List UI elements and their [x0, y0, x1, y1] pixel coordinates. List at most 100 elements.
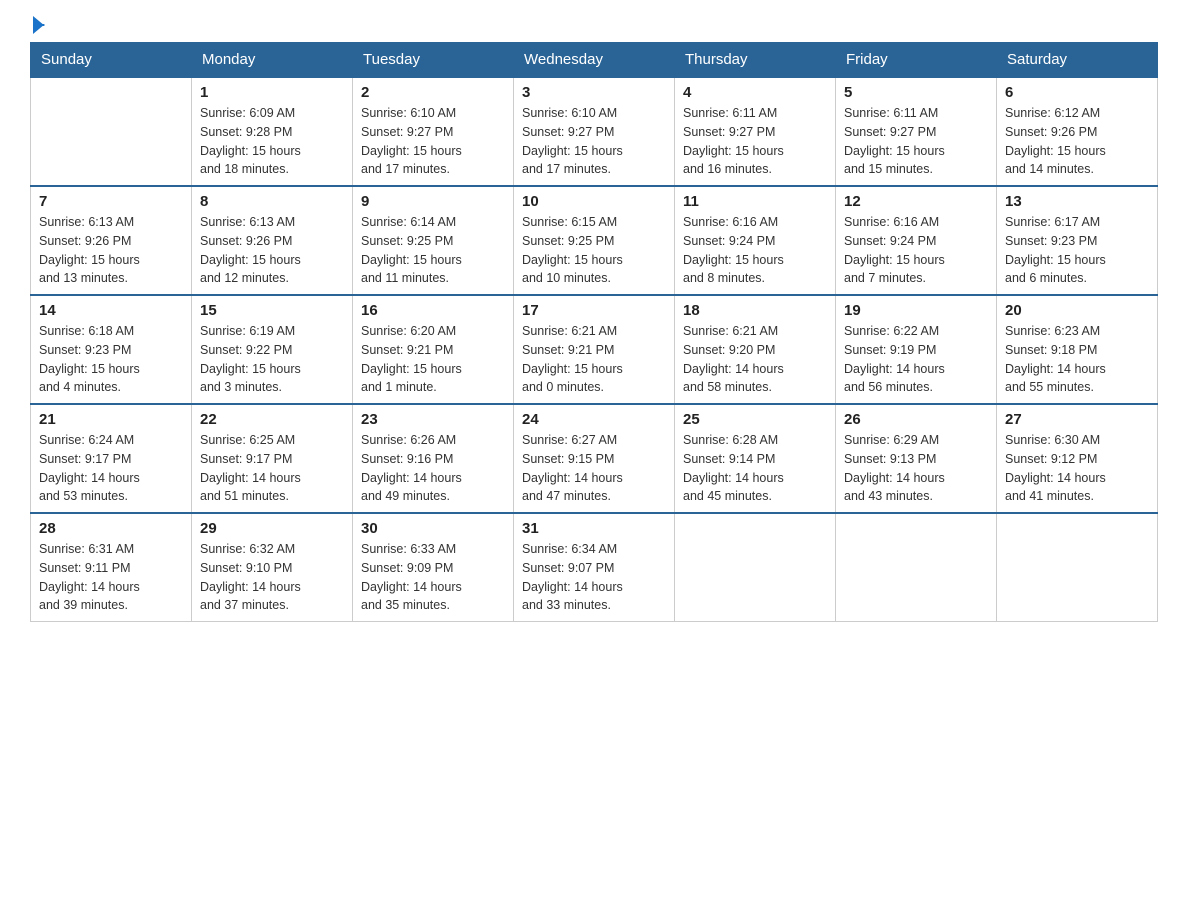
day-info: Sunrise: 6:23 AM Sunset: 9:18 PM Dayligh… [1005, 322, 1149, 397]
day-info: Sunrise: 6:13 AM Sunset: 9:26 PM Dayligh… [200, 213, 344, 288]
logo [30, 20, 45, 32]
day-info: Sunrise: 6:16 AM Sunset: 9:24 PM Dayligh… [683, 213, 827, 288]
calendar-cell: 10 Sunrise: 6:15 AM Sunset: 9:25 PM Dayli… [514, 186, 675, 295]
day-info: Sunrise: 6:26 AM Sunset: 9:16 PM Dayligh… [361, 431, 505, 506]
calendar-cell: 11 Sunrise: 6:16 AM Sunset: 9:24 PM Dayli… [675, 186, 836, 295]
day-header-sunday: Sunday [31, 43, 192, 78]
page-header [30, 20, 1158, 32]
day-number: 5 [844, 84, 988, 101]
day-info: Sunrise: 6:30 AM Sunset: 9:12 PM Dayligh… [1005, 431, 1149, 506]
week-row-3: 14 Sunrise: 6:18 AM Sunset: 9:23 PM Dayli… [31, 295, 1158, 404]
day-number: 9 [361, 193, 505, 210]
day-info: Sunrise: 6:18 AM Sunset: 9:23 PM Dayligh… [39, 322, 183, 397]
day-info: Sunrise: 6:09 AM Sunset: 9:28 PM Dayligh… [200, 104, 344, 179]
day-info: Sunrise: 6:28 AM Sunset: 9:14 PM Dayligh… [683, 431, 827, 506]
day-header-saturday: Saturday [997, 43, 1158, 78]
day-number: 30 [361, 520, 505, 537]
calendar-cell: 16 Sunrise: 6:20 AM Sunset: 9:21 PM Dayli… [353, 295, 514, 404]
calendar-cell: 9 Sunrise: 6:14 AM Sunset: 9:25 PM Daylig… [353, 186, 514, 295]
calendar-cell: 18 Sunrise: 6:21 AM Sunset: 9:20 PM Dayli… [675, 295, 836, 404]
day-info: Sunrise: 6:12 AM Sunset: 9:26 PM Dayligh… [1005, 104, 1149, 179]
day-number: 16 [361, 302, 505, 319]
day-info: Sunrise: 6:17 AM Sunset: 9:23 PM Dayligh… [1005, 213, 1149, 288]
calendar-cell: 6Sunrise: 6:12 AM Sunset: 9:26 PM Daylig… [997, 77, 1158, 186]
calendar-cell: 30Sunrise: 6:33 AM Sunset: 9:09 PM Dayli… [353, 513, 514, 622]
day-info: Sunrise: 6:19 AM Sunset: 9:22 PM Dayligh… [200, 322, 344, 397]
day-number: 21 [39, 411, 183, 428]
day-info: Sunrise: 6:21 AM Sunset: 9:20 PM Dayligh… [683, 322, 827, 397]
day-number: 2 [361, 84, 505, 101]
day-number: 8 [200, 193, 344, 210]
day-number: 15 [200, 302, 344, 319]
day-info: Sunrise: 6:29 AM Sunset: 9:13 PM Dayligh… [844, 431, 988, 506]
day-header-friday: Friday [836, 43, 997, 78]
day-info: Sunrise: 6:24 AM Sunset: 9:17 PM Dayligh… [39, 431, 183, 506]
calendar-cell: 14 Sunrise: 6:18 AM Sunset: 9:23 PM Dayli… [31, 295, 192, 404]
calendar-cell: 28 Sunrise: 6:31 AM Sunset: 9:11 PM Dayli… [31, 513, 192, 622]
day-info: Sunrise: 6:21 AM Sunset: 9:21 PM Dayligh… [522, 322, 666, 397]
day-number: 26 [844, 411, 988, 428]
calendar-cell: 19 Sunrise: 6:22 AM Sunset: 9:19 PM Dayli… [836, 295, 997, 404]
day-number: 10 [522, 193, 666, 210]
calendar-table: SundayMondayTuesdayWednesdayThursdayFrid… [30, 42, 1158, 622]
calendar-cell [675, 513, 836, 622]
calendar-cell: 20 Sunrise: 6:23 AM Sunset: 9:18 PM Dayli… [997, 295, 1158, 404]
day-info: Sunrise: 6:20 AM Sunset: 9:21 PM Dayligh… [361, 322, 505, 397]
day-info: Sunrise: 6:25 AM Sunset: 9:17 PM Dayligh… [200, 431, 344, 506]
day-info: Sunrise: 6:14 AM Sunset: 9:25 PM Dayligh… [361, 213, 505, 288]
calendar-cell: 23Sunrise: 6:26 AM Sunset: 9:16 PM Dayli… [353, 404, 514, 513]
calendar-cell: 5 Sunrise: 6:11 AM Sunset: 9:27 PM Daylig… [836, 77, 997, 186]
day-number: 13 [1005, 193, 1149, 210]
day-info: Sunrise: 6:22 AM Sunset: 9:19 PM Dayligh… [844, 322, 988, 397]
day-info: Sunrise: 6:15 AM Sunset: 9:25 PM Dayligh… [522, 213, 666, 288]
day-number: 19 [844, 302, 988, 319]
day-number: 14 [39, 302, 183, 319]
calendar-cell: 27 Sunrise: 6:30 AM Sunset: 9:12 PM Dayli… [997, 404, 1158, 513]
day-info: Sunrise: 6:11 AM Sunset: 9:27 PM Dayligh… [844, 104, 988, 179]
day-number: 12 [844, 193, 988, 210]
calendar-cell: 21 Sunrise: 6:24 AM Sunset: 9:17 PM Dayli… [31, 404, 192, 513]
calendar-cell: 17 Sunrise: 6:21 AM Sunset: 9:21 PM Dayli… [514, 295, 675, 404]
week-row-2: 7 Sunrise: 6:13 AM Sunset: 9:26 PM Daylig… [31, 186, 1158, 295]
calendar-cell: 2Sunrise: 6:10 AM Sunset: 9:27 PM Daylig… [353, 77, 514, 186]
week-row-4: 21 Sunrise: 6:24 AM Sunset: 9:17 PM Dayli… [31, 404, 1158, 513]
day-number: 3 [522, 84, 666, 101]
day-number: 31 [522, 520, 666, 537]
calendar-cell: 12 Sunrise: 6:16 AM Sunset: 9:24 PM Dayli… [836, 186, 997, 295]
calendar-cell: 13 Sunrise: 6:17 AM Sunset: 9:23 PM Dayli… [997, 186, 1158, 295]
day-header-thursday: Thursday [675, 43, 836, 78]
day-header-monday: Monday [192, 43, 353, 78]
day-info: Sunrise: 6:16 AM Sunset: 9:24 PM Dayligh… [844, 213, 988, 288]
calendar-cell [31, 77, 192, 186]
day-info: Sunrise: 6:31 AM Sunset: 9:11 PM Dayligh… [39, 540, 183, 615]
day-number: 29 [200, 520, 344, 537]
calendar-header-row: SundayMondayTuesdayWednesdayThursdayFrid… [31, 43, 1158, 78]
day-number: 1 [200, 84, 344, 101]
calendar-cell: 26 Sunrise: 6:29 AM Sunset: 9:13 PM Dayli… [836, 404, 997, 513]
calendar-cell: 24Sunrise: 6:27 AM Sunset: 9:15 PM Dayli… [514, 404, 675, 513]
calendar-cell: 25 Sunrise: 6:28 AM Sunset: 9:14 PM Dayli… [675, 404, 836, 513]
calendar-cell: 3 Sunrise: 6:10 AM Sunset: 9:27 PM Daylig… [514, 77, 675, 186]
calendar-cell [997, 513, 1158, 622]
day-number: 27 [1005, 411, 1149, 428]
calendar-cell: 1 Sunrise: 6:09 AM Sunset: 9:28 PM Daylig… [192, 77, 353, 186]
day-number: 28 [39, 520, 183, 537]
calendar-cell: 8 Sunrise: 6:13 AM Sunset: 9:26 PM Daylig… [192, 186, 353, 295]
day-number: 20 [1005, 302, 1149, 319]
week-row-1: 1 Sunrise: 6:09 AM Sunset: 9:28 PM Daylig… [31, 77, 1158, 186]
day-number: 22 [200, 411, 344, 428]
day-number: 4 [683, 84, 827, 101]
day-number: 17 [522, 302, 666, 319]
day-info: Sunrise: 6:10 AM Sunset: 9:27 PM Dayligh… [522, 104, 666, 179]
day-info: Sunrise: 6:27 AM Sunset: 9:15 PM Dayligh… [522, 431, 666, 506]
day-info: Sunrise: 6:32 AM Sunset: 9:10 PM Dayligh… [200, 540, 344, 615]
day-number: 25 [683, 411, 827, 428]
calendar-cell [836, 513, 997, 622]
day-info: Sunrise: 6:11 AM Sunset: 9:27 PM Dayligh… [683, 104, 827, 179]
week-row-5: 28 Sunrise: 6:31 AM Sunset: 9:11 PM Dayli… [31, 513, 1158, 622]
day-number: 11 [683, 193, 827, 210]
day-number: 7 [39, 193, 183, 210]
calendar-cell: 22 Sunrise: 6:25 AM Sunset: 9:17 PM Dayli… [192, 404, 353, 513]
calendar-cell: 31Sunrise: 6:34 AM Sunset: 9:07 PM Dayli… [514, 513, 675, 622]
day-number: 18 [683, 302, 827, 319]
